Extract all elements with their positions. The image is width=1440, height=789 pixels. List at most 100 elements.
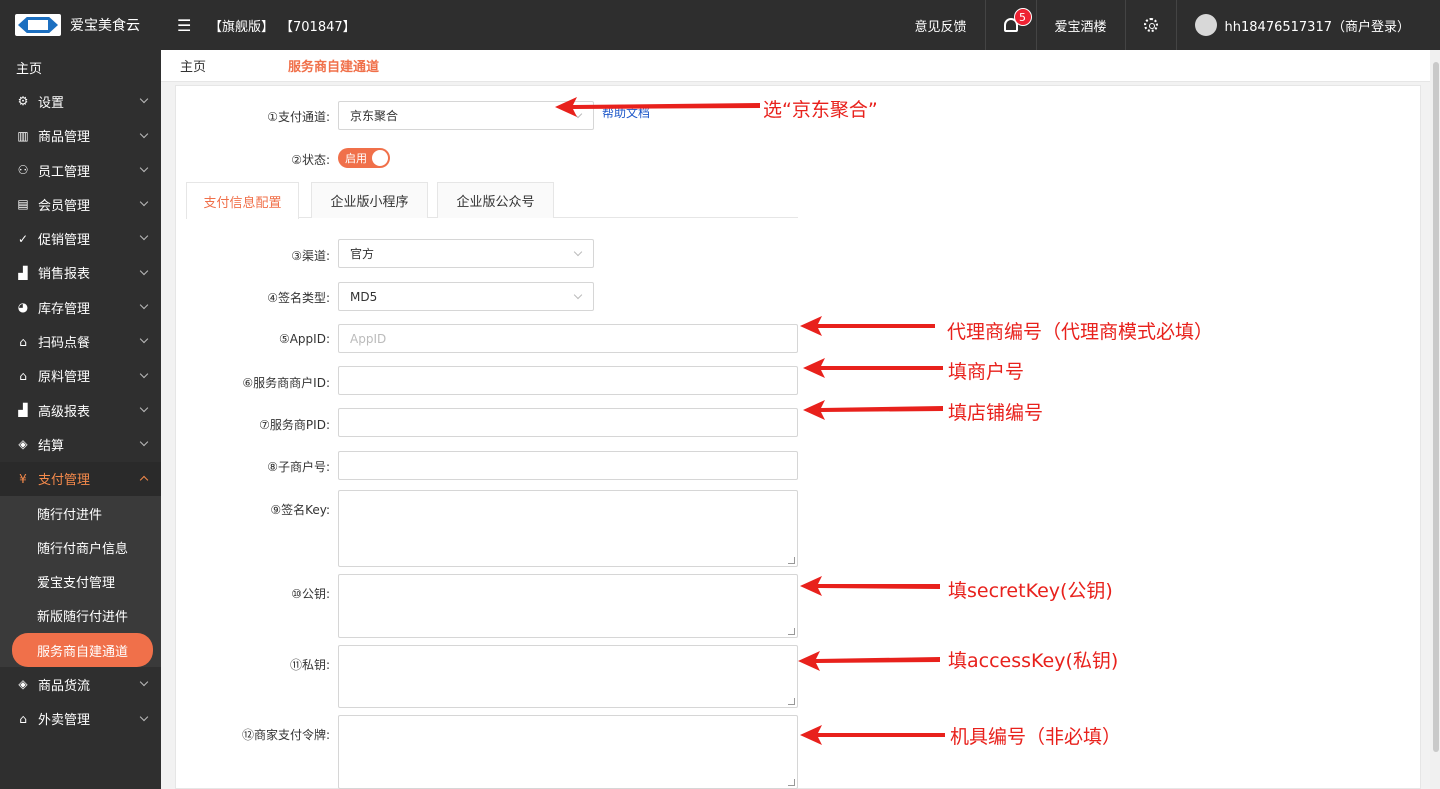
user-name: hh18476517317（商户登录） [1224,19,1410,35]
annotation-arrow-icon [800,725,945,745]
sidebar-item-promotions[interactable]: ✓ 促销管理 [0,221,161,255]
app-logo[interactable]: 爱宝美食云 [0,0,161,50]
barcode-icon: ▥ [17,128,29,143]
sidebar-subitem[interactable]: 爱宝支付管理 [0,564,161,598]
sidebar-item-goods-flow[interactable]: ◈ 商品货流 [0,667,161,701]
breadcrumb-home[interactable]: 主页 [161,56,288,75]
sidebar-item-staff[interactable]: ⚇ 员工管理 [0,153,161,187]
sidebar-subitem[interactable]: 随行付进件 [0,496,161,530]
merchant-id-input[interactable] [338,366,798,395]
sign-type-select[interactable]: MD5 [338,282,594,311]
app-name: 爱宝美食云 [70,18,140,34]
status-label: ②状态: [291,153,330,167]
toggle-knob [372,150,388,166]
tab-payment-config[interactable]: 支付信息配置 [186,182,299,219]
sidebar-item-home[interactable]: 主页 [0,50,161,84]
notification-button[interactable]: 5 [984,0,1036,50]
sidebar-item-label: 销售报表 [38,267,91,283]
annotation-merchant-id: 填商户号 [948,361,1025,383]
sidebar-item-takeout[interactable]: ⌂ 外卖管理 [0,702,161,736]
sub-merchant-label: ⑧子商户号: [267,460,330,474]
sidebar-item-advanced-report[interactable]: ▟ 高级报表 [0,393,161,427]
sidebar-item-label: 外卖管理 [38,713,91,729]
check-circle-icon: ✓ [17,231,29,246]
top-bar: 爱宝美食云 ☰ 【旗舰版】 【701847】 意见反馈 5 爱宝酒楼 hh184… [0,0,1440,50]
people-icon: ⚇ [17,163,29,178]
sidebar: 主页 ⚙ 设置 ▥ 商品管理 ⚇ 员工管理 ▤ 会员管理 ✓ 促销管理 ▟ 销售报表 ◕ 库存… [0,50,161,789]
shop-icon: ⌂ [19,711,27,726]
sidebar-item-inventory[interactable]: ◕ 库存管理 [0,290,161,324]
chevron-down-icon [139,129,149,138]
chevron-down-icon [573,290,583,300]
appid-label: ⑤AppID: [278,332,330,346]
sidebar-item-label: 支付管理 [38,473,91,489]
chevron-down-icon [139,712,149,721]
yen-icon: ¥ [19,471,27,486]
sidebar-item-label: 设置 [38,95,65,111]
sidebar-item-products[interactable]: ▥ 商品管理 [0,119,161,153]
sign-type-label: ④签名类型: [267,291,330,305]
store-id-label: 【701847】 [280,19,356,35]
shop-icon: ⌂ [19,334,27,349]
status-value: 启用 [345,152,367,165]
sidebar-item-materials[interactable]: ⌂ 原料管理 [0,359,161,393]
config-tabs: 支付信息配置 企业版小程序 企业版公众号 [186,182,798,219]
sub-merchant-input[interactable] [338,451,798,480]
sidebar-item-label: 商品管理 [38,130,91,146]
sidebar-item-settings[interactable]: ⚙ 设置 [0,84,161,118]
sidebar-item-sales-report[interactable]: ▟ 销售报表 [0,256,161,290]
menu-toggle-icon[interactable]: ☰ [177,16,193,35]
edition-label: 【旗舰版】 [209,19,275,35]
tab-official-account[interactable]: 企业版公众号 [437,182,554,218]
token-textarea[interactable] [338,715,798,789]
sidebar-item-label: 高级报表 [38,404,91,420]
sidebar-item-settlement[interactable]: ◈ 结算 [0,427,161,461]
feedback-label: 意见反馈 [914,19,967,35]
brand-logo-icon [15,14,61,36]
sidebar-subitem-active[interactable]: 服务商自建通道 [12,633,153,668]
annotation-private-key: 填accessKey(私钥) [948,650,1119,672]
tab-mini-program[interactable]: 企业版小程序 [311,182,428,218]
sidebar-item-label: 促销管理 [38,233,91,249]
chevron-down-icon [139,335,149,344]
sign-key-label: ⑨签名Key: [270,503,330,517]
chevron-down-icon [139,300,149,310]
feedback-button[interactable]: 意见反馈 [897,0,985,50]
user-menu[interactable]: hh18476517317（商户登录） [1175,0,1440,50]
scrollbar-thumb[interactable] [1433,62,1439,752]
token-label: ⑫商家支付令牌: [241,728,330,742]
sidebar-item-label: 主页 [16,61,43,77]
channel-value: 京东聚合 [350,109,399,123]
sign-key-textarea[interactable] [338,490,798,567]
private-key-textarea[interactable] [338,645,798,708]
sidebar-subitem[interactable]: 新版随行付进件 [0,599,161,633]
appid-input[interactable]: AppID [338,324,798,353]
annotation-arrow-icon [803,358,943,378]
annotation-arrow-icon [803,400,943,420]
sidebar-item-payment[interactable]: ¥ 支付管理 [0,461,161,496]
store-switcher[interactable]: 爱宝酒楼 [1035,0,1125,50]
settings-button[interactable] [1124,0,1176,50]
channel-label: ①支付通道: [267,110,330,124]
sidebar-item-members[interactable]: ▤ 会员管理 [0,187,161,221]
public-key-textarea[interactable] [338,574,798,638]
chevron-down-icon [139,403,149,413]
route-label: ③渠道: [291,249,330,263]
pid-label: ⑦服务商PID: [259,418,330,432]
annotation-public-key: 填secretKey(公钥) [948,580,1113,602]
sidebar-item-scan-order[interactable]: ⌂ 扫码点餐 [0,324,161,358]
breadcrumb-current[interactable]: 服务商自建通道 [288,56,379,75]
status-toggle[interactable]: 启用 [338,148,390,168]
pie-chart-icon: ◕ [17,300,29,315]
route-select[interactable]: 官方 [338,239,594,268]
annotation-arrow-icon [555,97,760,117]
sidebar-subitem[interactable]: 随行付商户信息 [0,530,161,564]
annotation-arrow-icon [798,651,940,671]
annotation-channel: 选“京东聚合” [763,99,878,121]
sidebar-item-label: 员工管理 [38,164,91,180]
pid-input[interactable] [338,408,798,437]
annotation-arrow-icon [800,576,940,596]
merchant-id-label: ⑥服务商商户ID: [242,376,330,390]
sidebar-item-label: 原料管理 [38,370,91,386]
cube-icon: ◈ [18,677,28,692]
